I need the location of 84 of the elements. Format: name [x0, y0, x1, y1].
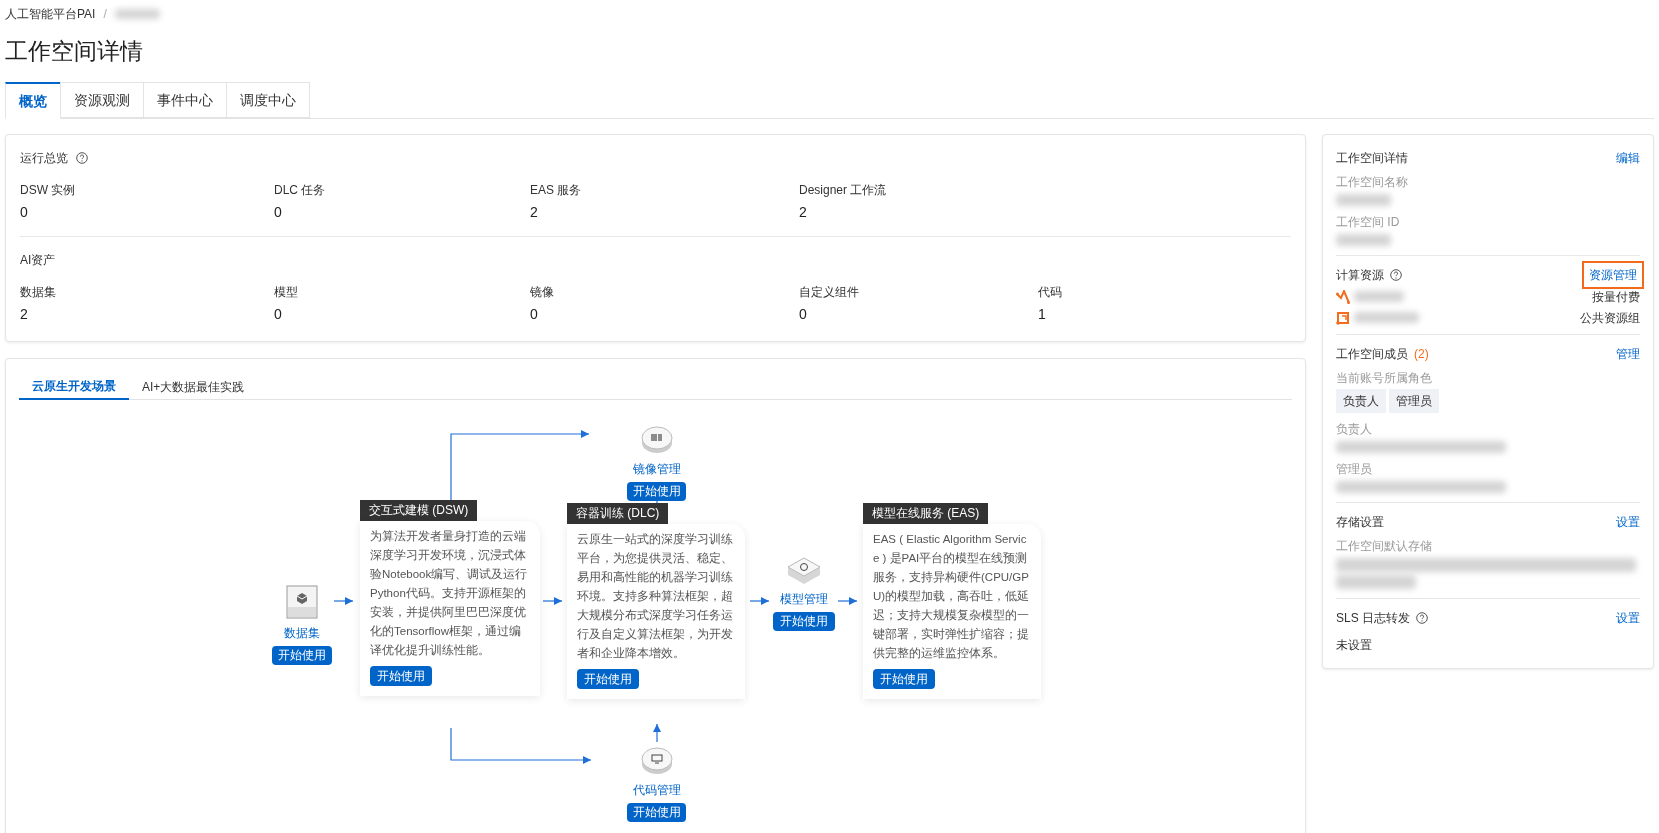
card-title: 模型在线服务 (EAS)	[863, 503, 989, 524]
action-link[interactable]: 编辑	[1616, 148, 1640, 167]
start-button[interactable]: 开始使用	[577, 669, 639, 689]
action-link[interactable]: 管理	[1616, 344, 1640, 363]
start-button[interactable]: 开始使用	[873, 669, 935, 689]
start-button[interactable]: 开始使用	[370, 666, 432, 686]
node-label[interactable]: 数据集	[284, 625, 320, 641]
tab[interactable]: 事件中心	[143, 82, 227, 118]
card-title: 容器训练 (DLC)	[567, 503, 669, 524]
section-title: 工作空间详情	[1336, 149, 1408, 167]
breadcrumb-link[interactable]: 人工智能平台PAI	[5, 5, 96, 23]
card-title: 交互式建模 (DSW)	[360, 500, 478, 521]
scenario-tab[interactable]: 云原生开发场景	[19, 374, 129, 400]
section-title: AI资产	[20, 252, 56, 269]
cube-icon	[787, 557, 821, 585]
card-description: 为算法开发者量身打造的云端深度学习开发环境，沉浸式体验Notebook编写、调试及运行Python代码。支持开源框架的安装，并提供阿里巴巴深度优化的Tensorflow框架，通过编译优化提升训练性能。	[370, 529, 529, 658]
billing-type: 公共资源组	[1580, 309, 1640, 327]
card-description: 云原生一站式的深度学习训练平台，为您提供灵活、稳定、易用和高性能的机器学习训练环境。支持多种算法框架，超大规模分布式深度学习任务运行及自定义算法框架，为开发者和企业降本增效。	[577, 532, 734, 661]
stat-label: 镜像	[530, 284, 555, 300]
scenario-tab[interactable]: AI+大数据最佳实践	[129, 374, 258, 400]
box-icon	[286, 585, 318, 619]
stat-value: 2	[530, 203, 539, 221]
tab[interactable]: 概览	[5, 82, 61, 119]
node-label[interactable]: 模型管理	[780, 591, 828, 607]
disk-icon	[639, 746, 674, 776]
stat-value: 0	[799, 305, 808, 323]
member-count: (2)	[1414, 345, 1429, 363]
stat-value: 0	[274, 203, 283, 221]
stat-label: 数据集	[20, 284, 57, 300]
blurred-value	[1336, 234, 1391, 246]
section-title: 工作空间成员	[1336, 345, 1408, 363]
node-label[interactable]: 代码管理	[632, 782, 681, 798]
page-title: 工作空间详情	[5, 37, 144, 66]
stat-label: DLC 任务	[274, 182, 327, 198]
role-tag: 负责人	[1336, 389, 1386, 413]
field-label: 管理员	[1336, 461, 1373, 477]
section-title: 计算资源	[1336, 266, 1384, 284]
stat-value: 2	[20, 305, 29, 323]
field-label: 当前账号所属角色	[1336, 370, 1433, 386]
flow-arrow	[749, 597, 770, 605]
card-description: EAS ( Elastic Algorithm Service ) 是PAI平台的模型在线预测服务，支持异构硬件(CPU/GPU)的模型加载，高吞吐，低延迟；支持大规模复杂模型的一键部署，实时弹性扩缩容；提供完整的运维监控体系。	[873, 532, 1031, 661]
nodes-icon	[1336, 289, 1350, 304]
start-button[interactable]: 开始使用	[773, 612, 835, 631]
blurred-value	[1354, 291, 1404, 302]
section-title: SLS 日志转发	[1336, 609, 1410, 627]
field-label: 工作空间 ID	[1336, 214, 1401, 230]
start-button[interactable]: 开始使用	[272, 646, 332, 665]
start-button[interactable]: 开始使用	[627, 482, 686, 501]
stat-value: 0	[530, 305, 539, 323]
stat-value: 0	[20, 203, 29, 221]
flow-arrow	[653, 723, 661, 743]
action-link[interactable]: 设置	[1616, 608, 1640, 627]
stat-label: DSW 实例	[20, 182, 77, 198]
action-link[interactable]: 资源管理	[1582, 260, 1644, 289]
flow-arrow	[837, 597, 858, 605]
billing-type: 按量付费	[1592, 288, 1640, 306]
flow-arrow	[333, 597, 354, 605]
disk-icon	[639, 425, 674, 455]
frame-icon	[1336, 310, 1350, 325]
start-button[interactable]: 开始使用	[627, 803, 686, 822]
blurred-value	[114, 9, 160, 19]
stat-label: 模型	[274, 284, 299, 300]
node-label[interactable]: 镜像管理	[632, 461, 681, 477]
stat-label: EAS 服务	[530, 182, 583, 198]
section-title: 运行总览	[20, 150, 68, 167]
stat-label: 代码	[1038, 284, 1063, 300]
stat-value: 1	[1038, 305, 1047, 323]
stat-value: 2	[799, 203, 808, 221]
flow-arrow	[542, 597, 563, 605]
blurred-value	[1336, 194, 1391, 206]
stat-label: Designer 工作流	[799, 182, 888, 198]
field-label: 负责人	[1336, 421, 1373, 437]
section-title: 存储设置	[1336, 513, 1384, 531]
field-value: 未设置	[1336, 637, 1373, 654]
stat-value: 0	[274, 305, 283, 323]
action-link[interactable]: 设置	[1616, 512, 1640, 531]
breadcrumb-separator: /	[103, 6, 107, 23]
stat-label: 自定义组件	[799, 284, 860, 300]
field-label: 工作空间名称	[1336, 174, 1409, 190]
tab[interactable]: 调度中心	[226, 82, 310, 118]
tab[interactable]: 资源观测	[60, 82, 144, 118]
blurred-value	[1354, 312, 1419, 323]
field-label: 工作空间默认存储	[1336, 538, 1433, 554]
role-tag: 管理员	[1389, 389, 1439, 413]
